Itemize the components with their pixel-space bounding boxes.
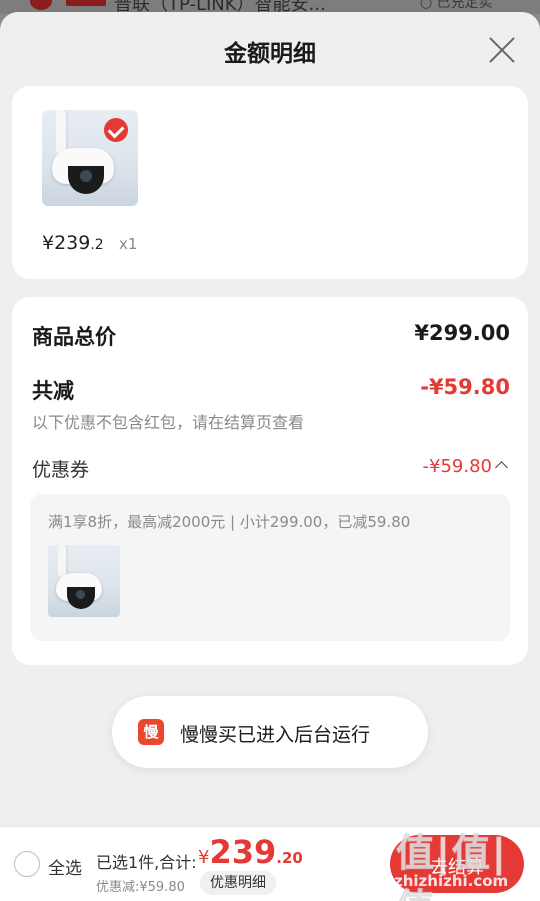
coupon-detail-box: 满1享8折，最高减2000元 | 小计299.00，已减59.80 xyxy=(30,494,510,641)
total-reduce-value: -¥59.80 xyxy=(420,375,510,399)
total-reduce-row: 共减 -¥59.80 xyxy=(32,375,510,405)
total-price-value: ¥299.00 xyxy=(414,321,510,345)
checkout-bar: 全选 已选1件,合计: ¥239.20 优惠减:¥59.80 优惠明细 去结算 xyxy=(0,826,540,901)
total-currency: ¥ xyxy=(198,847,210,868)
coupon-description: 满1享8折，最高减2000元 | 小计299.00，已减59.80 xyxy=(48,513,411,531)
chevron-up-icon[interactable] xyxy=(495,461,508,474)
close-icon[interactable] xyxy=(488,36,516,64)
total-reduce-label: 共减 xyxy=(32,379,74,403)
sheet-title: 金额明细 xyxy=(224,41,316,67)
total-decimal: .20 xyxy=(276,849,303,867)
checkout-button[interactable]: 去结算 xyxy=(390,835,524,893)
coupon-label[interactable]: 优惠券 xyxy=(32,455,89,482)
toast-message: 慢慢买已进入后台运行 xyxy=(180,724,371,746)
total-price-label: 商品总价 xyxy=(32,325,116,349)
product-price-dec: .2 xyxy=(90,237,104,253)
camera-pole-shape xyxy=(58,545,66,577)
background-status-text: ○ 已充定实 xyxy=(420,0,493,11)
store-tag-icon xyxy=(66,0,106,6)
total-price-row: 商品总价 ¥299.00 xyxy=(32,321,510,351)
total-amount: ¥239.20 xyxy=(198,833,303,871)
store-logo-icon xyxy=(30,0,52,10)
toast-logo-text: 慢 xyxy=(143,723,159,741)
product-quantity: x1 xyxy=(119,235,138,253)
select-all-radio[interactable] xyxy=(14,851,40,877)
total-integer: 239 xyxy=(209,833,277,871)
selected-count-label: 已选1件,合计: xyxy=(96,853,197,872)
sheet-header: 金额明细 xyxy=(0,12,540,88)
camera-lens-shape xyxy=(67,587,95,609)
product-price: ¥239.2 xyxy=(42,232,104,254)
background-run-toast: 慢 慢慢买已进入后台运行 xyxy=(112,696,428,768)
redpacket-hint: 以下优惠不包含红包，请在结算页查看 xyxy=(32,413,305,432)
coupon-product-image xyxy=(48,545,120,617)
manmanbuy-logo-icon: 慢 xyxy=(138,719,164,745)
coupon-value[interactable]: -¥59.80 xyxy=(423,456,492,477)
camera-lens-shape xyxy=(68,166,104,194)
checkout-button-label: 去结算 xyxy=(430,857,484,878)
camera-pole-shape xyxy=(56,110,66,154)
checked-icon[interactable] xyxy=(104,118,128,142)
discount-detail-button[interactable]: 优惠明细 xyxy=(200,871,276,895)
product-card: ¥239.2 x1 xyxy=(12,86,528,279)
product-price-int: ¥239 xyxy=(42,232,91,254)
select-all-label[interactable]: 全选 xyxy=(48,854,82,879)
discount-info: 优惠减:¥59.80 xyxy=(96,880,185,895)
price-summary-card: 商品总价 ¥299.00 共减 -¥59.80 以下优惠不包含红包，请在结算页查… xyxy=(12,297,528,665)
